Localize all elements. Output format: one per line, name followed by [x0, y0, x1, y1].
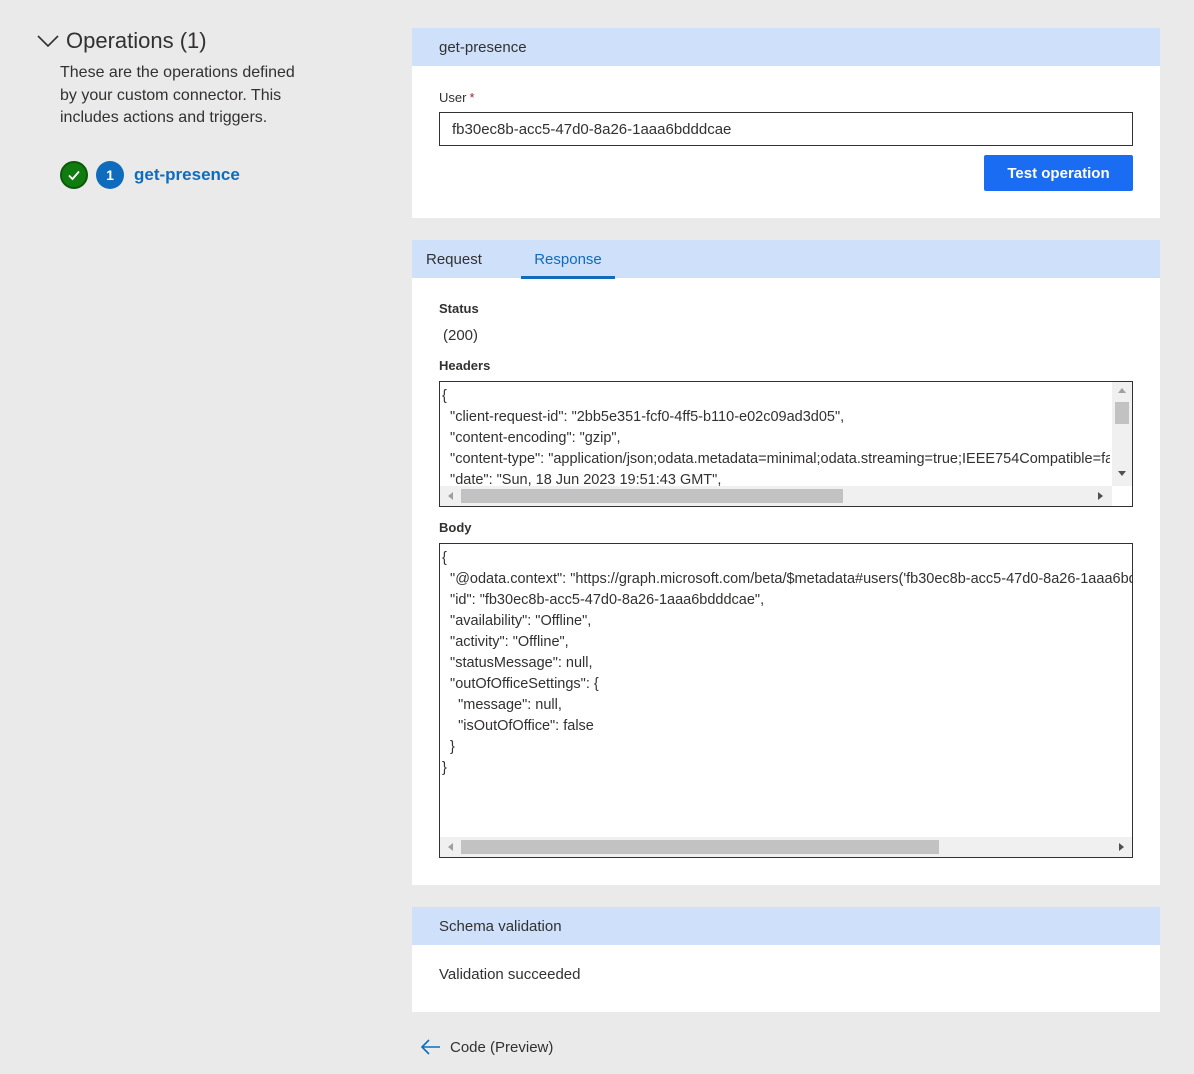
arrow-left-icon [420, 1039, 440, 1055]
test-operation-button[interactable]: Test operation [984, 155, 1133, 191]
tab-response[interactable]: Response [521, 240, 615, 279]
scroll-down-icon[interactable] [1118, 471, 1126, 476]
headers-vscroll-thumb[interactable] [1115, 402, 1129, 424]
body-hscroll-thumb[interactable] [461, 840, 939, 854]
operations-toggle[interactable]: Operations (1) [36, 28, 207, 54]
user-input[interactable] [439, 112, 1133, 146]
operations-title: Operations (1) [66, 28, 207, 53]
schema-validation-title: Schema validation [412, 907, 1160, 945]
operation-index-badge: 1 [96, 161, 124, 189]
headers-label: Headers [439, 358, 491, 373]
body-textarea[interactable]: { "@odata.context": "https://graph.micro… [439, 543, 1133, 858]
code-preview-label: Code (Preview) [450, 1038, 554, 1056]
operation-list-item[interactable]: 1 get-presence [60, 161, 240, 189]
user-label-text: User [439, 90, 467, 105]
scroll-left-icon[interactable] [448, 492, 453, 500]
check-circle-icon [60, 161, 88, 189]
headers-vertical-scrollbar[interactable] [1112, 382, 1132, 486]
status-value: (200) [443, 327, 479, 344]
headers-hscroll-thumb[interactable] [461, 489, 843, 503]
response-tab-bar: Request Response [412, 240, 1160, 279]
headers-textarea[interactable]: { "client-request-id": "2bb5e351-fcf0-4f… [439, 381, 1133, 507]
tab-request[interactable]: Request [426, 240, 482, 278]
operation-card-title: get-presence [412, 28, 1160, 66]
operation-card: get-presence User* Test operation [412, 28, 1160, 218]
scroll-up-icon[interactable] [1118, 388, 1126, 393]
user-field-label: User * [439, 90, 475, 105]
headers-horizontal-scrollbar[interactable] [440, 486, 1112, 506]
code-preview-link[interactable]: Code (Preview) [420, 1038, 553, 1056]
headers-content: { "client-request-id": "2bb5e351-fcf0-4f… [442, 388, 1110, 486]
status-label: Status [439, 301, 479, 316]
scroll-right-icon[interactable] [1098, 492, 1103, 500]
body-content: { "@odata.context": "https://graph.micro… [442, 550, 1132, 776]
body-label: Body [439, 520, 472, 535]
required-marker: * [469, 90, 475, 105]
body-horizontal-scrollbar[interactable] [440, 837, 1132, 857]
chevron-down-icon [37, 35, 59, 48]
response-card: Request Response Status (200) Headers { … [412, 240, 1160, 885]
scroll-right-icon[interactable] [1119, 843, 1124, 851]
scroll-left-icon[interactable] [448, 843, 453, 851]
validation-result: Validation succeeded [439, 966, 581, 983]
operation-link-get-presence[interactable]: get-presence [134, 165, 240, 185]
operations-description: These are the operations defined by your… [60, 64, 295, 126]
schema-validation-card: Schema validation Validation succeeded [412, 907, 1160, 1012]
